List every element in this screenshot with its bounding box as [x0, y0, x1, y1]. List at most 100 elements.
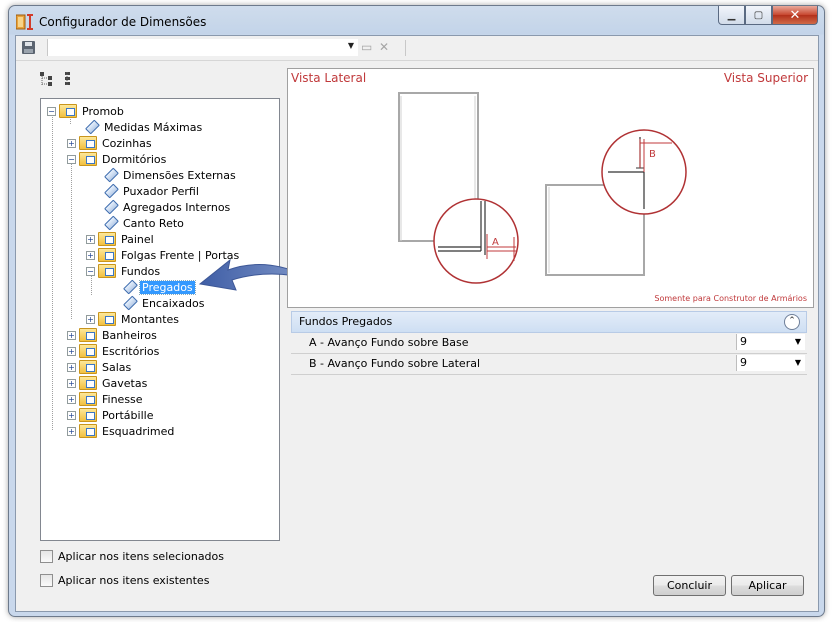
tree-item-agregados[interactable]: Agregados Internos	[102, 199, 232, 215]
tree-item-portabille[interactable]: + Portábille	[67, 407, 155, 423]
aplicar-button[interactable]: Aplicar	[731, 575, 804, 596]
tree-item-pregados[interactable]: Pregados	[121, 279, 196, 295]
client-area: ▼ ▭ ✕ − Promob Medidas Máximas + Cozinha…	[15, 35, 819, 612]
category-tree[interactable]: − Promob Medidas Máximas + Cozinhas − Do…	[40, 98, 280, 541]
property-value-dropdown[interactable]: 9 ▼	[736, 334, 805, 350]
rename-icon[interactable]: ▭	[361, 40, 372, 54]
tag-icon	[102, 184, 118, 198]
tag-icon	[121, 296, 137, 310]
delete-icon[interactable]: ✕	[379, 40, 389, 54]
tree-item-banheiros[interactable]: + Banheiros	[67, 327, 159, 343]
minimize-icon: ▁	[727, 9, 736, 21]
expand-toggle[interactable]: +	[86, 314, 95, 324]
tree-item-fundos[interactable]: − Fundos	[86, 263, 162, 279]
tree-item-escritorios[interactable]: + Escritórios	[67, 343, 161, 359]
section-header[interactable]: Fundos Pregados ⌃	[291, 311, 807, 333]
dimension-diagram: A B	[398, 92, 687, 284]
tree-item-medidas[interactable]: Medidas Máximas	[83, 119, 204, 135]
tree-item-canto[interactable]: Canto Reto	[102, 215, 186, 231]
expand-toggle[interactable]: +	[67, 362, 76, 372]
folder-icon	[79, 136, 97, 150]
app-icon	[16, 14, 33, 30]
chevron-down-icon[interactable]: ▼	[795, 337, 801, 346]
concluir-button[interactable]: Concluir	[653, 575, 726, 596]
tag-icon	[121, 280, 137, 294]
expand-toggle[interactable]: +	[67, 346, 76, 356]
chevron-down-icon[interactable]: ▼	[348, 41, 354, 50]
collapse-section-icon[interactable]: ⌃	[784, 314, 800, 330]
expand-all-icon[interactable]	[40, 72, 52, 86]
tag-icon	[83, 120, 99, 134]
tree-connector	[52, 112, 53, 430]
tag-icon	[102, 200, 118, 214]
minimize-button[interactable]: ▁	[718, 6, 745, 25]
folder-icon	[59, 104, 77, 118]
preset-combo[interactable]: ▼	[47, 39, 358, 56]
chevron-down-icon[interactable]: ▼	[795, 358, 801, 367]
tag-icon	[102, 216, 118, 230]
folder-icon	[79, 344, 97, 358]
tree-item-montantes[interactable]: + Montantes	[86, 311, 181, 327]
preview-panel: Vista Lateral Vista Superior A B Somente…	[287, 68, 814, 308]
configurator-window: Configurador de Dimensões ▁ ▢ ✕ ▼ ▭ ✕ − …	[8, 5, 825, 617]
expand-toggle[interactable]: +	[67, 138, 76, 148]
collapse-toggle[interactable]: −	[67, 154, 76, 164]
property-name: A - Avanço Fundo sobre Base	[309, 336, 469, 349]
section-title: Fundos Pregados	[299, 315, 393, 328]
folder-icon	[79, 424, 97, 438]
apply-selected-option[interactable]: Aplicar nos itens selecionados	[40, 550, 224, 563]
window-title: Configurador de Dimensões	[39, 15, 207, 29]
close-icon: ✕	[789, 7, 801, 23]
apply-selected-checkbox[interactable]	[40, 550, 53, 563]
folder-icon	[79, 360, 97, 374]
collapse-all-icon[interactable]	[65, 72, 70, 86]
folder-icon	[98, 264, 116, 278]
folder-icon	[79, 392, 97, 406]
apply-existing-option[interactable]: Aplicar nos itens existentes	[40, 574, 209, 587]
title-bar[interactable]: Configurador de Dimensões ▁ ▢ ✕	[9, 6, 824, 34]
folder-icon	[79, 376, 97, 390]
collapse-toggle[interactable]: −	[86, 266, 95, 276]
expand-toggle[interactable]: +	[86, 234, 95, 244]
save-icon[interactable]	[22, 41, 35, 54]
apply-existing-label: Aplicar nos itens existentes	[58, 574, 210, 587]
expand-toggle[interactable]: +	[67, 410, 76, 420]
close-button[interactable]: ✕	[772, 6, 818, 25]
property-value: 9	[740, 335, 747, 348]
tree-item-painel[interactable]: + Painel	[86, 231, 156, 247]
property-value: 9	[740, 356, 747, 369]
folder-icon	[98, 248, 116, 262]
tree-item-dim-externas[interactable]: Dimensões Externas	[102, 167, 238, 183]
expand-toggle[interactable]: +	[86, 250, 95, 260]
expand-toggle[interactable]: +	[67, 378, 76, 388]
property-value-dropdown[interactable]: 9 ▼	[736, 355, 805, 371]
collapse-toggle[interactable]: −	[47, 106, 56, 116]
tree-item-esquadrimed[interactable]: + Esquadrimed	[67, 423, 176, 439]
folder-icon	[79, 152, 97, 166]
dimension-label-b: B	[649, 149, 656, 160]
apply-selected-label: Aplicar nos itens selecionados	[58, 550, 225, 563]
folder-icon	[79, 328, 97, 342]
toolbar-separator	[405, 40, 406, 56]
folder-icon	[98, 232, 116, 246]
property-row-a[interactable]: A - Avanço Fundo sobre Base 9 ▼	[291, 333, 807, 354]
tree-item-puxador[interactable]: Puxador Perfil	[102, 183, 201, 199]
maximize-button[interactable]: ▢	[745, 6, 772, 25]
apply-existing-checkbox[interactable]	[40, 574, 53, 587]
expand-toggle[interactable]: +	[67, 426, 76, 436]
folder-icon	[79, 408, 97, 422]
property-row-b[interactable]: B - Avanço Fundo sobre Lateral 9 ▼	[291, 354, 807, 375]
expand-toggle[interactable]: +	[67, 394, 76, 404]
property-name: B - Avanço Fundo sobre Lateral	[309, 357, 481, 370]
maximize-icon: ▢	[753, 9, 764, 21]
tree-item-cozinhas[interactable]: + Cozinhas	[67, 135, 154, 151]
property-grid: Fundos Pregados ⌃ A - Avanço Fundo sobre…	[291, 311, 807, 375]
tree-item-promob[interactable]: − Promob	[47, 103, 126, 119]
tree-item-finesse[interactable]: + Finesse	[67, 391, 145, 407]
tree-item-dormitorios[interactable]: − Dormitórios	[67, 151, 168, 167]
tree-connector	[71, 159, 72, 319]
tree-item-gavetas[interactable]: + Gavetas	[67, 375, 149, 391]
tree-item-salas[interactable]: + Salas	[67, 359, 133, 375]
expand-toggle[interactable]: +	[67, 330, 76, 340]
preview-note: Somente para Construtor de Armários	[654, 294, 807, 303]
